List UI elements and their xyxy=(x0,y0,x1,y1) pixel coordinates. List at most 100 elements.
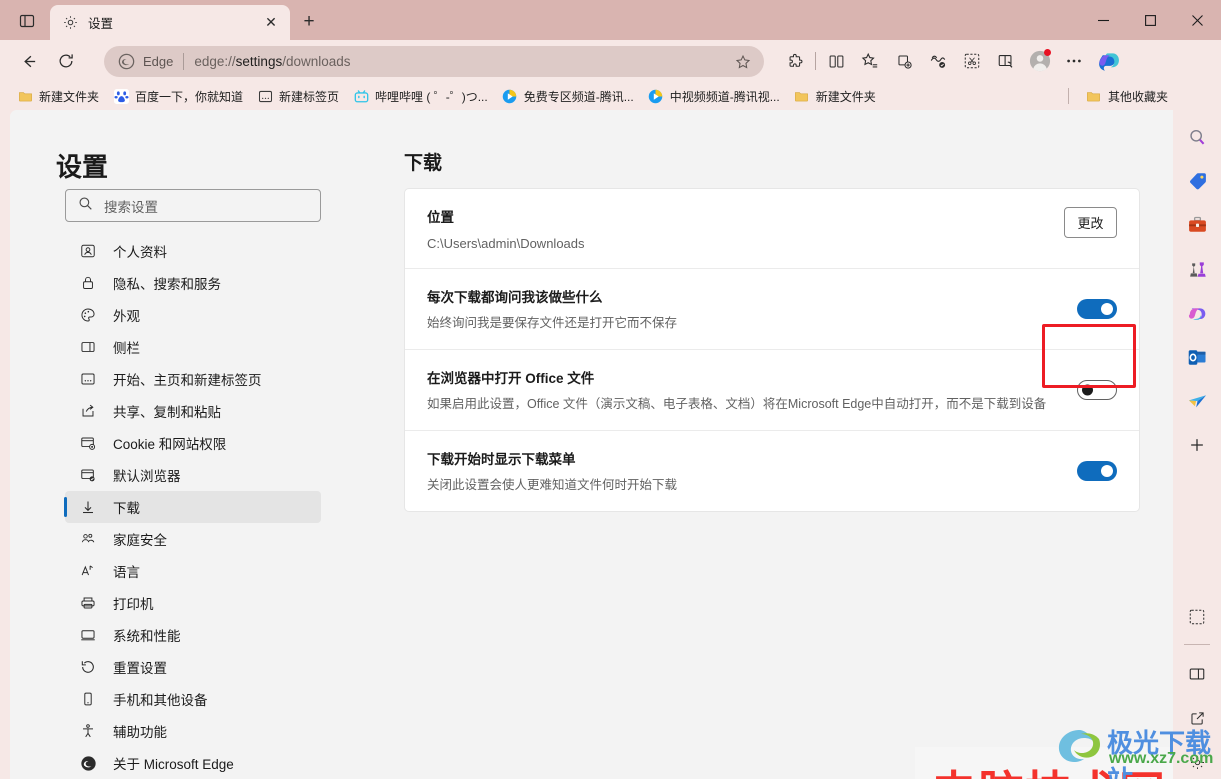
reload-icon[interactable] xyxy=(50,45,82,77)
reset-icon xyxy=(79,658,97,676)
browser-essentials-icon[interactable] xyxy=(921,44,955,78)
sidebar-item-cookies[interactable]: Cookie 和网站权限 xyxy=(65,427,321,459)
change-location-button[interactable]: 更改 xyxy=(1064,207,1117,238)
sidebar-item-phone-devices[interactable]: 手机和其他设备 xyxy=(65,683,321,715)
add-app-icon[interactable] xyxy=(1180,428,1214,462)
bookmark-label: 免费专区频道-腾讯... xyxy=(523,89,634,104)
newtab-icon xyxy=(257,88,273,104)
row-title: 在浏览器中打开 Office 文件 xyxy=(427,370,595,386)
browser-tab-settings[interactable]: 设置 ✕ xyxy=(50,5,290,40)
paper-plane-icon[interactable] xyxy=(1180,384,1214,418)
split-pane-icon[interactable] xyxy=(1180,657,1214,691)
outlook-icon[interactable] xyxy=(1180,340,1214,374)
collections-icon[interactable] xyxy=(887,44,921,78)
edge-logo-icon xyxy=(118,53,135,70)
new-tab-button[interactable]: + xyxy=(296,9,322,35)
phone-icon xyxy=(79,690,97,708)
address-bar[interactable]: Edge edge://settings/downloads xyxy=(104,46,764,77)
close-button[interactable] xyxy=(1174,0,1221,40)
shopping-tag-icon[interactable] xyxy=(1180,164,1214,198)
sidebar-item-label: 家庭安全 xyxy=(113,533,167,548)
sidebar-item-start-home[interactable]: 开始、主页和新建标签页 xyxy=(65,363,321,395)
screenshot-scissors-icon[interactable] xyxy=(1180,600,1214,634)
sidebar-item-appearance[interactable]: 外观 xyxy=(65,299,321,331)
download-location-row: 位置 C:\Users\admin\Downloads 更改 xyxy=(405,189,1139,268)
tab-title: 设置 xyxy=(88,17,114,31)
omnibox-brand-label: Edge xyxy=(143,54,174,69)
sidebar-item-label: 重置设置 xyxy=(113,661,167,676)
games-icon[interactable] xyxy=(1180,252,1214,286)
sidebar-item-label: 开始、主页和新建标签页 xyxy=(113,373,262,388)
split-screen-icon[interactable] xyxy=(819,44,853,78)
sidebar-item-label: 外观 xyxy=(113,309,140,324)
sidebar-item-share[interactable]: 共享、复制和粘贴 xyxy=(65,395,321,427)
favorites-icon[interactable] xyxy=(853,44,887,78)
sidebar-item-system[interactable]: 系统和性能 xyxy=(65,619,321,651)
bookmark-item[interactable]: 中视频频道-腾讯视... xyxy=(641,85,787,108)
bookmark-item[interactable]: 新建文件夹 xyxy=(10,85,106,108)
ask-each-download-toggle[interactable] xyxy=(1077,298,1117,319)
sidebar-item-printers[interactable]: 打印机 xyxy=(65,587,321,619)
search-icon[interactable] xyxy=(1180,120,1214,154)
folder-icon xyxy=(794,88,810,104)
settings-page: 设置 搜索设置 个人资料 隐私、搜索和服务 外观 侧栏 开始、主页和新建标签页 … xyxy=(10,110,1173,779)
close-icon[interactable]: ✕ xyxy=(260,12,282,34)
toolbar-divider xyxy=(815,52,816,70)
sidebar-item-profile[interactable]: 个人资料 xyxy=(65,235,321,267)
settings-nav-list: 个人资料 隐私、搜索和服务 外观 侧栏 开始、主页和新建标签页 共享、复制和粘贴… xyxy=(64,235,321,779)
row-subtitle: 关闭此设置会使人更难知道文件何时开始下载 xyxy=(427,477,678,492)
toggle-knob xyxy=(1101,302,1113,315)
bookmark-other-favorites[interactable]: 其他收藏夹 xyxy=(1079,85,1175,108)
tools-briefcase-icon[interactable] xyxy=(1180,208,1214,242)
sidebar-item-privacy[interactable]: 隐私、搜索和服务 xyxy=(65,267,321,299)
bookmark-item[interactable]: 免费专区频道-腾讯... xyxy=(495,85,641,108)
copilot-icon[interactable] xyxy=(1091,44,1125,78)
sidebar-item-label: 隐私、搜索和服务 xyxy=(113,277,221,292)
window-controls xyxy=(1080,0,1221,40)
watermark-xz7: 极光下载站 www.xz7.com xyxy=(1055,723,1215,779)
section-heading: 下载 xyxy=(404,153,443,174)
read-aloud-icon[interactable] xyxy=(989,44,1023,78)
extensions-icon[interactable] xyxy=(778,44,812,78)
office-icon[interactable] xyxy=(1180,296,1214,330)
bookmarks-bar-right: 其他收藏夹 xyxy=(1067,85,1175,108)
profile-notification-dot xyxy=(1044,49,1051,56)
screenshot-icon[interactable] xyxy=(955,44,989,78)
search-placeholder: 搜索设置 xyxy=(104,199,158,215)
navigation-toolbar: Edge edge://settings/downloads xyxy=(0,40,1221,82)
open-office-files-toggle[interactable] xyxy=(1077,379,1117,400)
folder-icon xyxy=(1086,88,1102,104)
sidebar-item-family-safety[interactable]: 家庭安全 xyxy=(65,523,321,555)
show-downloads-menu-row: 下载开始时显示下载菜单 关闭此设置会使人更难知道文件何时开始下载 xyxy=(405,429,1139,511)
sidebar-item-about-edge[interactable]: 关于 Microsoft Edge xyxy=(65,747,321,779)
sidebar-item-sidebar[interactable]: 侧栏 xyxy=(65,331,321,363)
sidebar-item-reset[interactable]: 重置设置 xyxy=(65,651,321,683)
tab-search-icon[interactable] xyxy=(12,8,42,34)
downloads-settings-content: 下载 位置 C:\Users\admin\Downloads 更改 每次下载都询… xyxy=(348,110,1173,779)
settings-more-icon[interactable] xyxy=(1057,44,1091,78)
bookmark-item[interactable]: 百度一下，你就知道 xyxy=(106,85,250,108)
profile-avatar[interactable] xyxy=(1023,44,1057,78)
cookie-icon xyxy=(79,434,97,452)
default-browser-icon xyxy=(79,466,97,484)
sidebar-item-default-browser[interactable]: 默认浏览器 xyxy=(65,459,321,491)
sidebar-item-accessibility[interactable]: 辅助功能 xyxy=(65,715,321,747)
back-arrow-icon[interactable] xyxy=(12,45,44,77)
maximize-button[interactable] xyxy=(1127,0,1174,40)
minimize-button[interactable] xyxy=(1080,0,1127,40)
search-settings-input[interactable]: 搜索设置 xyxy=(65,189,321,222)
bookmarks-bar: 新建文件夹 百度一下，你就知道 新建标签页 哔哩哔哩 ( ゜-゜)つ... 免费… xyxy=(0,82,1221,110)
gear-icon xyxy=(62,14,79,31)
show-downloads-menu-toggle[interactable] xyxy=(1077,460,1117,481)
sidebar-icon xyxy=(79,338,97,356)
bookmark-label: 哔哩哔哩 ( ゜-゜)つ... xyxy=(375,89,488,104)
bookmark-item[interactable]: 新建标签页 xyxy=(250,85,346,108)
sidebar-item-label: 打印机 xyxy=(113,597,154,612)
sidebar-item-downloads[interactable]: 下载 xyxy=(64,491,321,523)
sidebar-item-language[interactable]: 语言 xyxy=(65,555,321,587)
favorite-star-icon[interactable] xyxy=(730,49,756,75)
bookmark-item[interactable]: 新建文件夹 xyxy=(787,85,883,108)
page-title: 设置 xyxy=(56,152,109,182)
sidebar-item-label: 系统和性能 xyxy=(113,629,181,644)
bookmark-item[interactable]: 哔哩哔哩 ( ゜-゜)つ... xyxy=(346,85,495,108)
